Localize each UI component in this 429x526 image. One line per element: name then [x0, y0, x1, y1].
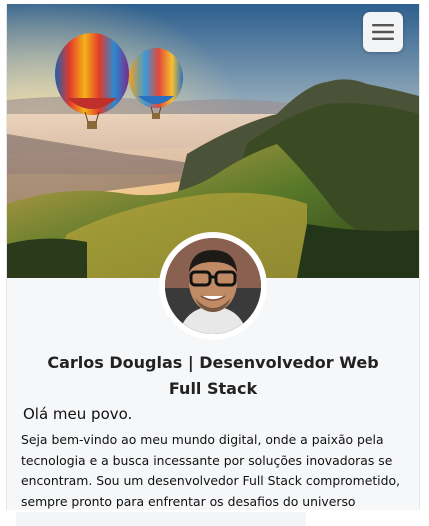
hamburger-menu-icon: [372, 24, 394, 40]
page-title: Carlos Douglas | Desenvolvedor Web Full …: [47, 353, 379, 398]
bio-text: Seja bem-vindo ao meu mundo digital, ond…: [21, 432, 401, 509]
bottom-divider: [16, 512, 306, 526]
greeting-text: Olá meu povo.: [23, 405, 133, 423]
profile-card: Carlos Douglas | Desenvolvedor Web Full …: [6, 4, 420, 510]
menu-button[interactable]: [363, 12, 403, 52]
avatar: [159, 232, 267, 340]
